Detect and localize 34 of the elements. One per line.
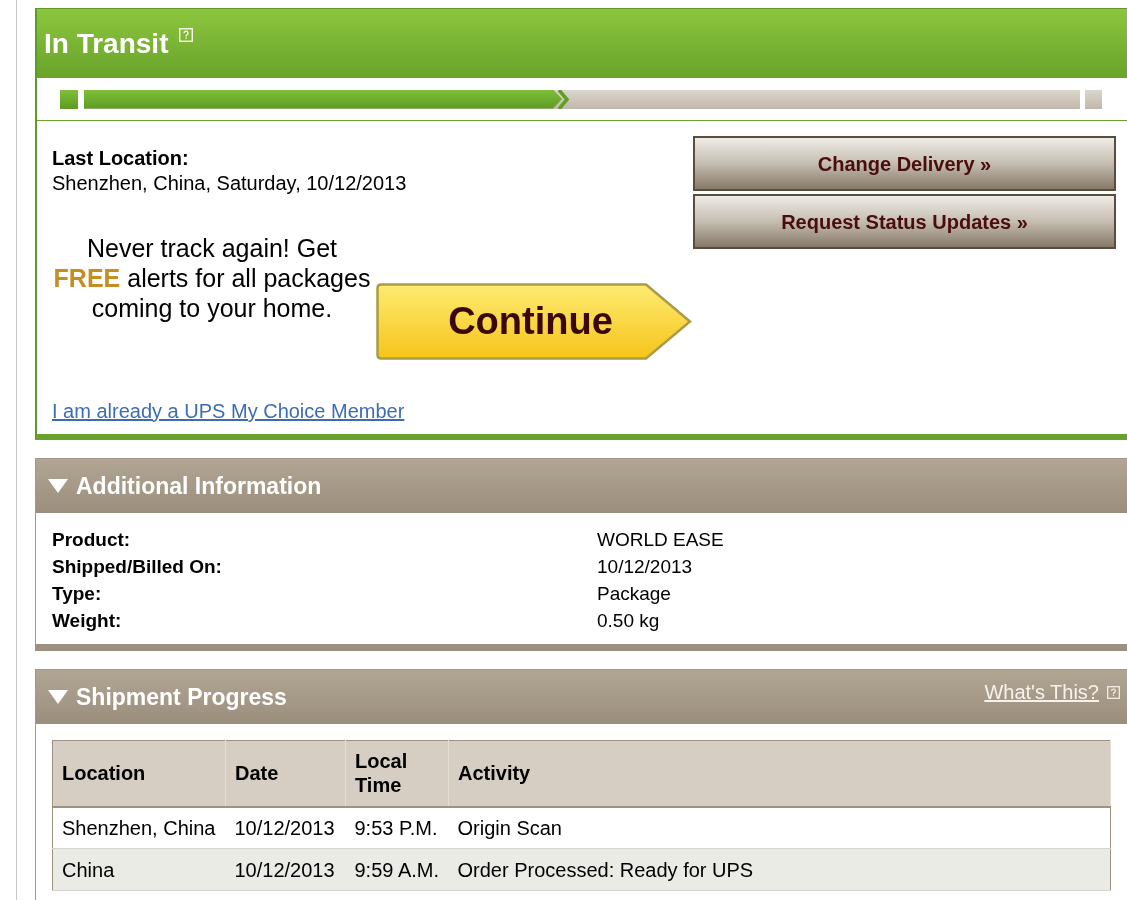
action-button[interactable]: Request Status Updates » xyxy=(693,194,1116,249)
info-value: WORLD EASE xyxy=(597,528,725,552)
table-cell: Shenzhen, China xyxy=(52,806,226,849)
table-cell: 10/12/2013 xyxy=(225,806,346,849)
info-value: 10/12/2013 xyxy=(597,555,694,579)
section-toggle[interactable]: Shipment Progress xyxy=(48,679,287,715)
table-cell: 10/12/2013 xyxy=(225,848,346,891)
column-header: Local Time xyxy=(345,740,449,807)
progress-start-segment xyxy=(60,89,78,109)
action-button[interactable]: Change Delivery » xyxy=(693,136,1116,191)
progress-end-segment xyxy=(1085,89,1102,109)
table-cell: Order Processed: Ready for UPS xyxy=(448,848,1111,891)
last-location-label: Last Location: xyxy=(52,146,190,171)
table-cell: 9:53 P.M. xyxy=(345,806,449,849)
help-icon[interactable] xyxy=(1107,685,1120,699)
info-value: 0.50 kg xyxy=(597,609,661,633)
status-title: In Transit xyxy=(44,29,169,58)
table-cell: China xyxy=(52,848,226,891)
chevron-icon xyxy=(557,89,571,109)
column-header: Location xyxy=(52,740,226,807)
continue-button[interactable]: Continue xyxy=(376,283,693,360)
column-header: Date xyxy=(225,740,346,807)
promo-text: Never track again! Get FREE alerts for all packages coming to your home. xyxy=(52,233,372,323)
member-link[interactable]: I am already a UPS My Choice Member xyxy=(52,399,405,424)
info-label: Type: xyxy=(52,582,103,606)
info-label: Shipped/Billed On: xyxy=(52,555,223,579)
info-label: Product: xyxy=(52,528,132,552)
section-toggle[interactable]: Additional Information xyxy=(48,468,322,504)
info-value: Package xyxy=(597,582,672,606)
column-header: Activity xyxy=(448,740,1111,807)
table-cell: Origin Scan xyxy=(448,806,1111,849)
last-location-value: Shenzhen, China, Saturday, 10/12/2013 xyxy=(52,171,408,196)
table-cell: 9:59 A.M. xyxy=(345,848,449,891)
info-label: Weight: xyxy=(52,609,123,633)
